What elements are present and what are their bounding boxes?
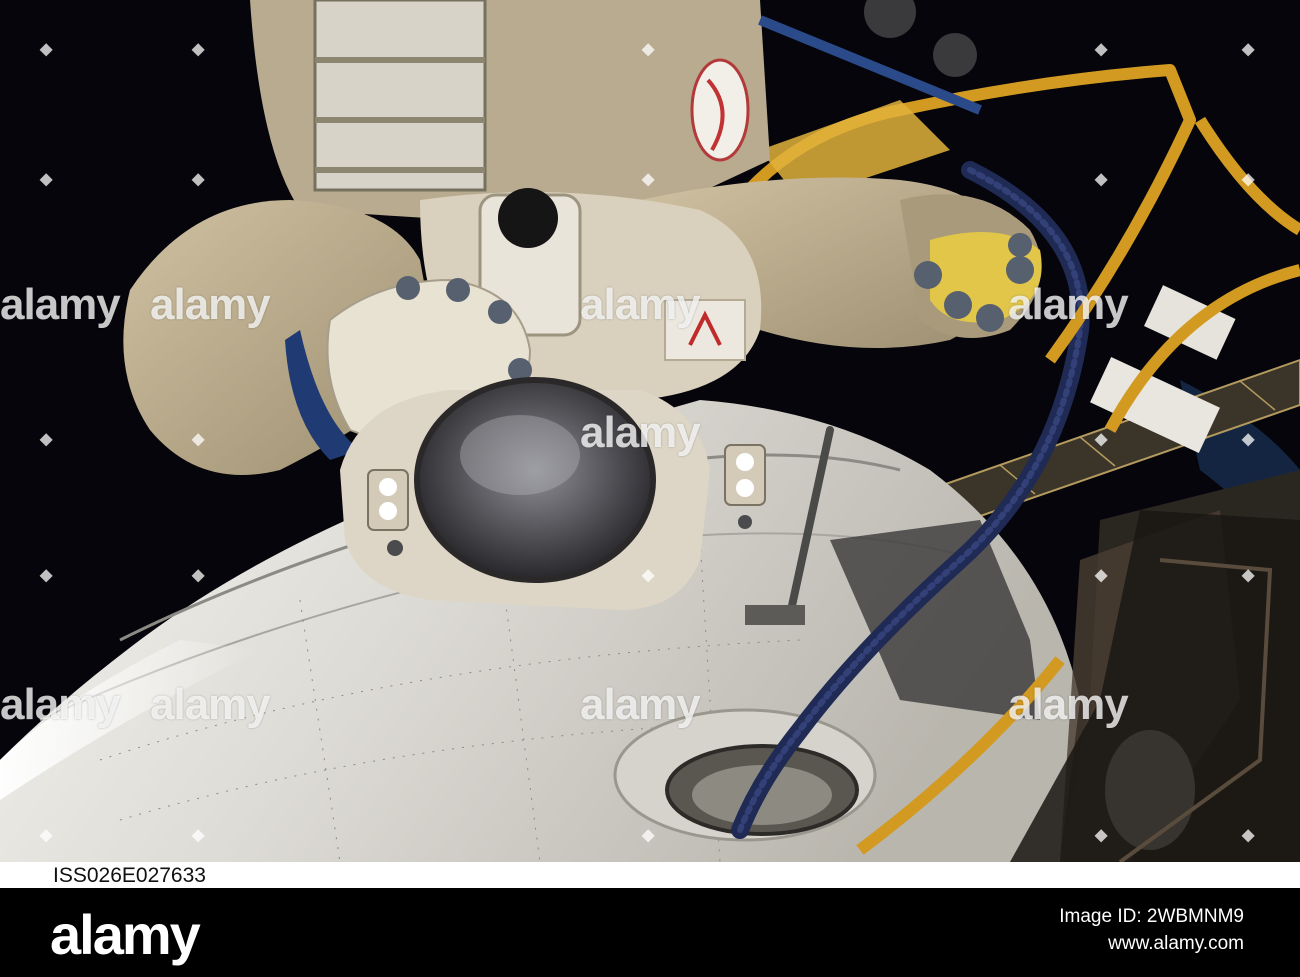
watermark-text: alamy bbox=[0, 680, 121, 729]
site-url-link[interactable]: www.alamy.com bbox=[1108, 933, 1244, 955]
watermark-text: alamy bbox=[580, 408, 701, 457]
watermark-diamond-icon: ◆ bbox=[192, 567, 205, 584]
watermark-text: alamy bbox=[580, 680, 701, 729]
alamy-logo: alamy bbox=[50, 903, 201, 966]
watermark-text: alamy bbox=[150, 680, 271, 729]
watermark-diamond-icon: ◆ bbox=[192, 171, 205, 188]
watermark-diamond-icon: ◆ bbox=[1095, 431, 1108, 448]
watermark-diamond-icon: ◆ bbox=[1242, 41, 1255, 58]
spacewalk-photo: alamy alamy alamy alamy alamy alamy alam… bbox=[0, 0, 1300, 862]
watermark-diamond-icon: ◆ bbox=[642, 41, 655, 58]
watermark-diamond-icon: ◆ bbox=[642, 171, 655, 188]
watermark-diamond-icon: ◆ bbox=[1095, 41, 1108, 58]
watermark-diamond-icon: ◆ bbox=[1095, 567, 1108, 584]
watermark-diamond-icon: ◆ bbox=[192, 431, 205, 448]
watermark-diamond-icon: ◆ bbox=[1095, 171, 1108, 188]
watermark-diamond-icon: ◆ bbox=[40, 171, 53, 188]
photo-caption: ISS026E027633 bbox=[53, 864, 206, 887]
watermark-diamond-icon: ◆ bbox=[1095, 827, 1108, 844]
watermark-text: alamy bbox=[150, 280, 271, 329]
watermark-diamond-icon: ◆ bbox=[1242, 827, 1255, 844]
footer-bar: alamy Image ID: 2WBMNM9 www.alamy.com bbox=[0, 888, 1300, 977]
watermark-diamond-icon: ◆ bbox=[1242, 171, 1255, 188]
watermark-diamond-icon: ◆ bbox=[192, 827, 205, 844]
watermark-text: alamy bbox=[0, 280, 121, 329]
watermark-diamond-icon: ◆ bbox=[642, 827, 655, 844]
watermark-text: alamy bbox=[1008, 280, 1129, 329]
watermark-diamond-icon: ◆ bbox=[40, 827, 53, 844]
watermark-text: alamy bbox=[580, 280, 701, 329]
image-id-text: Image ID: 2WBMNM9 bbox=[1059, 906, 1244, 927]
watermark-diamond-icon: ◆ bbox=[642, 567, 655, 584]
watermark-diamond-icon: ◆ bbox=[40, 431, 53, 448]
watermark-text: alamy bbox=[1008, 680, 1129, 729]
watermark-diamond-icon: ◆ bbox=[40, 567, 53, 584]
watermark-diamond-icon: ◆ bbox=[192, 41, 205, 58]
caption-bar: ISS026E027633 bbox=[0, 862, 1300, 888]
watermark-diamond-icon: ◆ bbox=[40, 41, 53, 58]
watermark-diamond-icon: ◆ bbox=[1242, 431, 1255, 448]
watermark-diamond-icon: ◆ bbox=[1242, 567, 1255, 584]
